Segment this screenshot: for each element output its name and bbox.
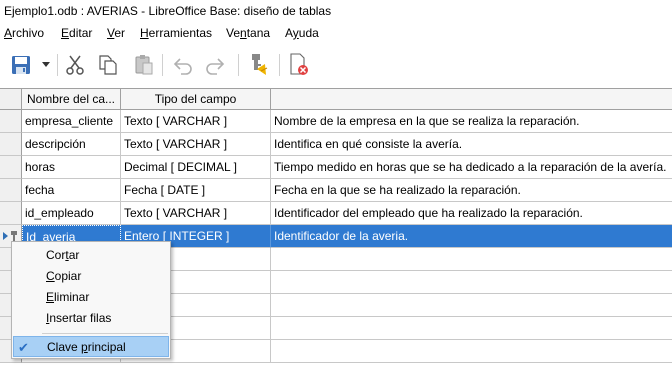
context-menu: Cortar Copiar Eliminar Insertar filas ✔ …	[11, 241, 171, 359]
ctx-separator	[42, 333, 168, 334]
primary-key-icon	[252, 54, 268, 75]
field-description-cell[interactable]: Identificador del empleado que ha realiz…	[271, 202, 672, 225]
field-name-cell[interactable]: empresa_cliente	[22, 110, 121, 133]
field-description-cell[interactable]: Fecha en la que se ha realizado la repar…	[271, 179, 672, 202]
field-type-cell[interactable]: Fecha [ DATE ]	[121, 179, 271, 202]
toolbar-separator	[238, 54, 239, 76]
title-bar: Ejemplo1.odb : AVERIAS - LibreOffice Bas…	[0, 0, 672, 22]
redo-button[interactable]	[202, 51, 228, 79]
field-type-cell[interactable]: Texto [ VARCHAR ]	[121, 133, 271, 156]
menu-bar: Archivo Editar Ver Herramientas Ventana …	[0, 24, 672, 44]
field-description-cell[interactable]: Identifica en qué consiste la avería.	[271, 133, 672, 156]
field-description-cell[interactable]	[271, 340, 672, 363]
row-header[interactable]	[0, 179, 22, 202]
save-dropdown-button[interactable]	[40, 58, 52, 72]
field-type-cell[interactable]: Texto [ VARCHAR ]	[121, 110, 271, 133]
table-row[interactable]: descripción Texto [ VARCHAR ] Identifica…	[0, 133, 672, 156]
cut-button[interactable]	[62, 51, 88, 79]
row-header[interactable]	[0, 110, 22, 133]
field-description-cell[interactable]	[271, 271, 672, 294]
table-row[interactable]: horas Decimal [ DECIMAL ] Tiempo medido …	[0, 156, 672, 179]
paste-button[interactable]	[131, 51, 157, 79]
field-name-cell[interactable]: fecha	[22, 179, 121, 202]
menu-herramientas[interactable]: Herramientas	[140, 26, 212, 40]
ctx-delete[interactable]: Eliminar	[13, 287, 169, 308]
row-header[interactable]	[0, 202, 22, 225]
column-header-field-name[interactable]: Nombre del ca...	[22, 88, 121, 110]
field-description-cell[interactable]: Nombre de la empresa en la que se realiz…	[271, 110, 672, 133]
menu-archivo[interactable]: Archivo	[4, 26, 44, 40]
undo-button[interactable]	[170, 51, 196, 79]
field-type-cell[interactable]: Texto [ VARCHAR ]	[121, 202, 271, 225]
checkmark-icon: ✔	[18, 340, 29, 355]
cut-icon	[66, 55, 84, 75]
field-description-cell[interactable]: Identificador de la averia.	[271, 225, 672, 248]
toolbar-separator	[279, 54, 280, 76]
table-row[interactable]: fecha Fecha [ DATE ] Fecha en la que se …	[0, 179, 672, 202]
ctx-insert-rows[interactable]: Insertar filas	[13, 308, 169, 329]
close-document-button[interactable]	[286, 51, 312, 79]
menu-ayuda[interactable]: Ayuda	[285, 26, 319, 40]
row-header[interactable]	[0, 133, 22, 156]
undo-icon	[173, 58, 192, 75]
ctx-primary-key[interactable]: ✔ Clave principal	[13, 336, 169, 357]
column-header-field-type[interactable]: Tipo del campo	[121, 88, 271, 110]
copy-button[interactable]	[95, 51, 121, 79]
redo-icon	[206, 58, 225, 75]
ctx-copy[interactable]: Copiar	[13, 266, 169, 287]
ctx-cut[interactable]: Cortar	[13, 245, 169, 266]
field-description-cell[interactable]	[271, 317, 672, 340]
field-name-cell[interactable]: horas	[22, 156, 121, 179]
toolbar	[0, 46, 672, 84]
toolbar-separator	[57, 54, 58, 76]
field-description-cell[interactable]: Tiempo medido en horas que se ha dedicad…	[271, 156, 672, 179]
close-document-icon	[290, 53, 308, 75]
toolbar-separator	[162, 54, 163, 76]
table-row[interactable]: id_empleado Texto [ VARCHAR ] Identifica…	[0, 202, 672, 225]
field-description-cell[interactable]	[271, 248, 672, 271]
copy-icon	[99, 55, 117, 75]
field-name-cell[interactable]: id_empleado	[22, 202, 121, 225]
field-type-cell[interactable]: Decimal [ DECIMAL ]	[121, 156, 271, 179]
save-icon	[12, 56, 30, 74]
field-name-cell[interactable]: descripción	[22, 133, 121, 156]
dropdown-arrow-icon	[42, 62, 50, 67]
window-title: Ejemplo1.odb : AVERIAS - LibreOffice Bas…	[4, 4, 332, 18]
primary-key-button[interactable]	[246, 51, 272, 79]
menu-ver[interactable]: Ver	[107, 26, 125, 40]
menu-ventana[interactable]: Ventana	[226, 26, 270, 40]
menu-editar[interactable]: Editar	[61, 26, 92, 40]
save-button[interactable]	[8, 51, 34, 79]
column-header-description[interactable]	[271, 88, 672, 110]
table-row[interactable]: empresa_cliente Texto [ VARCHAR ] Nombre…	[0, 110, 672, 133]
corner-header	[0, 88, 22, 110]
row-header[interactable]	[0, 156, 22, 179]
paste-icon	[135, 55, 153, 75]
field-description-cell[interactable]	[271, 294, 672, 317]
